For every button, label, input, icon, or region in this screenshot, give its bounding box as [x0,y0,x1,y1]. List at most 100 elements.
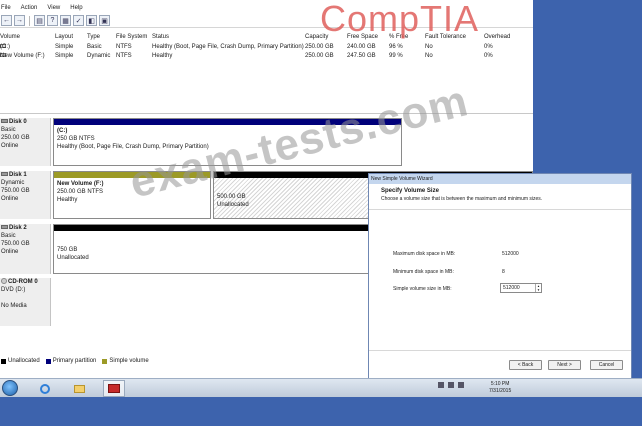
flag-icon[interactable] [438,382,444,388]
disk-name: Disk 1 [9,172,27,178]
disk-type: Dynamic [1,180,25,186]
disk-1-title: Disk 1 [1,171,50,179]
disk-icon [1,119,8,124]
min-disk-space-value: 8 [502,269,505,275]
volume-type: Basic [87,44,102,50]
wizard-subheading: Choose a volume size that is between the… [381,196,543,202]
disk-status: Online [1,249,19,255]
volume-status: Healthy (Boot, Page File, Crash Dump, Pr… [152,44,304,50]
toolbar-separator [29,15,30,26]
volume-free: 240.00 GB [347,44,376,50]
disk-size: 750.00 GB [1,188,30,194]
forward-icon[interactable]: → [14,15,25,26]
volume-size-label: Simple volume size in MB: [393,286,452,292]
legend-item-simple: Simple volume [102,358,149,364]
explorer-taskbar-button[interactable] [68,380,90,397]
volume-size-value: 512000 [503,285,520,291]
toolbox-icon [108,384,120,393]
internet-explorer-taskbar-button[interactable] [34,380,56,397]
disk-1-label[interactable]: Disk 1 Dynamic 750.00 GB Online [0,171,51,219]
clock-time: 5:10 PM [490,381,510,387]
volume-name-text: (C:) [0,44,10,50]
volume-status: Healthy [152,53,173,59]
cd-icon [1,278,7,285]
folder-icon [73,384,85,393]
volume-free: 247.50 GB [347,53,376,59]
volume-overhead: 0% [484,44,493,50]
legend-swatch [102,358,108,364]
wizard-titlebar[interactable]: New Simple Volume Wizard [369,174,631,184]
volume-layout: Simple [55,44,74,50]
col-type[interactable]: Type [87,34,100,40]
disk-0-label[interactable]: Disk 0 Basic 250.00 GB Online [0,118,51,166]
disk-name: Disk 0 [9,119,27,125]
disk-2-label[interactable]: Disk 2 Basic 750.00 GB Online [0,224,51,274]
legend-item-primary: Primary partition [45,358,96,364]
col-status[interactable]: Status [152,34,169,40]
refresh-icon[interactable]: ✓ [73,15,84,26]
cancel-button[interactable]: Cancel [590,360,623,370]
disk-type: DVD (D:) [1,287,26,293]
menu-view[interactable]: View [47,5,60,11]
table-row[interactable]: (C:) Simple Basic NTFS Healthy (Boot, Pa… [0,44,533,53]
network-icon[interactable] [448,382,454,388]
disk-type: Basic [1,233,16,239]
col-layout[interactable]: Layout [55,34,73,40]
volume-fault-tolerance: No [425,53,433,59]
menu-help[interactable]: Help [70,5,82,11]
cdrom-0-label[interactable]: CD-ROM 0 DVD (D:) No Media [0,278,51,326]
volume-capacity: 250.00 GB [305,44,334,50]
legend-swatch [1,358,6,364]
disk-name: Disk 2 [9,225,27,231]
disk-name: CD-ROM 0 [8,279,38,285]
volume-name-text: New Volume (F:) [0,53,45,59]
settings-icon[interactable]: ◧ [86,15,97,26]
properties-icon[interactable]: ▦ [60,15,71,26]
comptia-watermark: CompTIA [320,0,480,39]
volume-capacity: 250.00 GB [305,53,334,59]
next-button[interactable]: Next > [548,360,581,370]
disk-2-title: Disk 2 [1,224,50,232]
back-button[interactable]: < Back [509,360,542,370]
cdrom-title: CD-ROM 0 [1,278,50,286]
internet-explorer-icon [40,383,50,394]
disk-status: Online [1,143,19,149]
help-icon[interactable]: ? [47,15,58,26]
volume-icon[interactable] [458,382,464,388]
list-icon[interactable]: ▤ [34,15,45,26]
back-icon[interactable]: ← [1,15,12,26]
legend-swatch [45,358,51,364]
disk-size: 750.00 GB [1,241,30,247]
volume-size-stepper[interactable]: 512000 ▲ ▼ [500,283,542,293]
legend-item-unallocated: Unallocated [1,358,40,364]
col-overhead[interactable]: Overhead [484,34,510,40]
volume-fs: NTFS [116,53,132,59]
disk-icon [1,172,8,177]
clock[interactable]: 5:10 PM 7/31/2015 [489,381,511,395]
wizard-body: Maximum disk space in MB: 512000 Minimum… [369,210,631,350]
table-row[interactable]: New Volume (F:) Simple Dynamic NTFS Heal… [0,53,533,62]
disk-0-title: Disk 0 [1,118,50,126]
menu-file[interactable]: File [1,5,11,11]
export-icon[interactable]: ▣ [99,15,110,26]
volume-fs: NTFS [116,44,132,50]
spinner-arrows-icon[interactable]: ▲ ▼ [535,284,541,292]
min-disk-space-label: Minimum disk space in MB: [393,269,454,275]
computer-management-taskbar-button[interactable] [103,380,125,397]
volume-fault-tolerance: No [425,44,433,50]
disk-size: 250.00 GB [1,135,30,141]
disk-type: Basic [1,127,16,133]
legend-label: Simple volume [109,358,149,364]
menu-action[interactable]: Action [21,5,38,11]
legend-label: Unallocated [8,358,40,364]
disk-icon [1,225,8,230]
col-file-system[interactable]: File System [116,34,147,40]
volume-layout: Simple [55,53,74,59]
start-button[interactable] [2,380,18,396]
disk-status: Online [1,196,19,202]
wizard-heading: Specify Volume Size [381,188,439,194]
col-volume[interactable]: Volume [0,34,20,40]
partition-status: Healthy [57,197,78,203]
clock-date: 7/31/2015 [489,388,512,394]
new-simple-volume-wizard: New Simple Volume Wizard Specify Volume … [368,173,632,383]
